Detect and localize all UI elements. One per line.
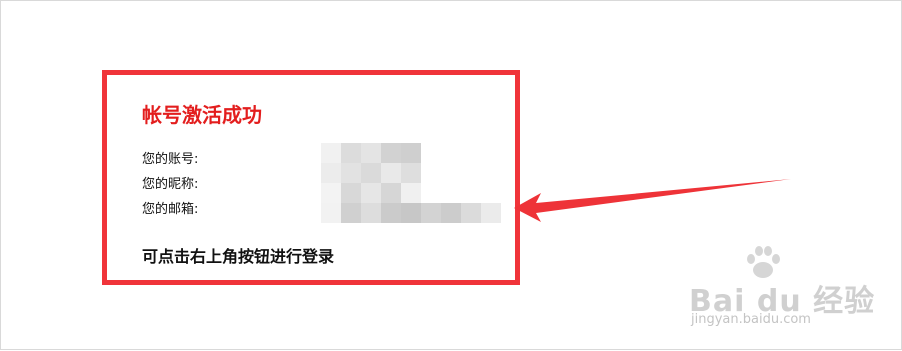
redacted-values-mosaic — [321, 143, 501, 225]
email-label: 您的邮箱: — [142, 202, 199, 217]
paw-logo-icon — [747, 246, 780, 278]
login-hint-text: 可点击右上角按钮进行登录 — [142, 247, 335, 266]
baidu-jingyan-watermark: Bai du 经验 jingyan.baidu.com — [689, 246, 885, 336]
account-label: 您的账号: — [142, 152, 199, 167]
page-title: 帐号激活成功 — [142, 103, 262, 127]
activation-success-card: 帐号激活成功 您的账号: 您的昵称: 您的邮箱: 可点击右上角按钮进行登录 — [102, 70, 520, 285]
nickname-label: 您的昵称: — [142, 177, 199, 192]
screenshot-frame: 帐号激活成功 您的账号: 您的昵称: 您的邮箱: 可点击右上角按钮进行登录 Ba… — [0, 0, 902, 350]
watermark-url: jingyan.baidu.com — [691, 312, 811, 327]
